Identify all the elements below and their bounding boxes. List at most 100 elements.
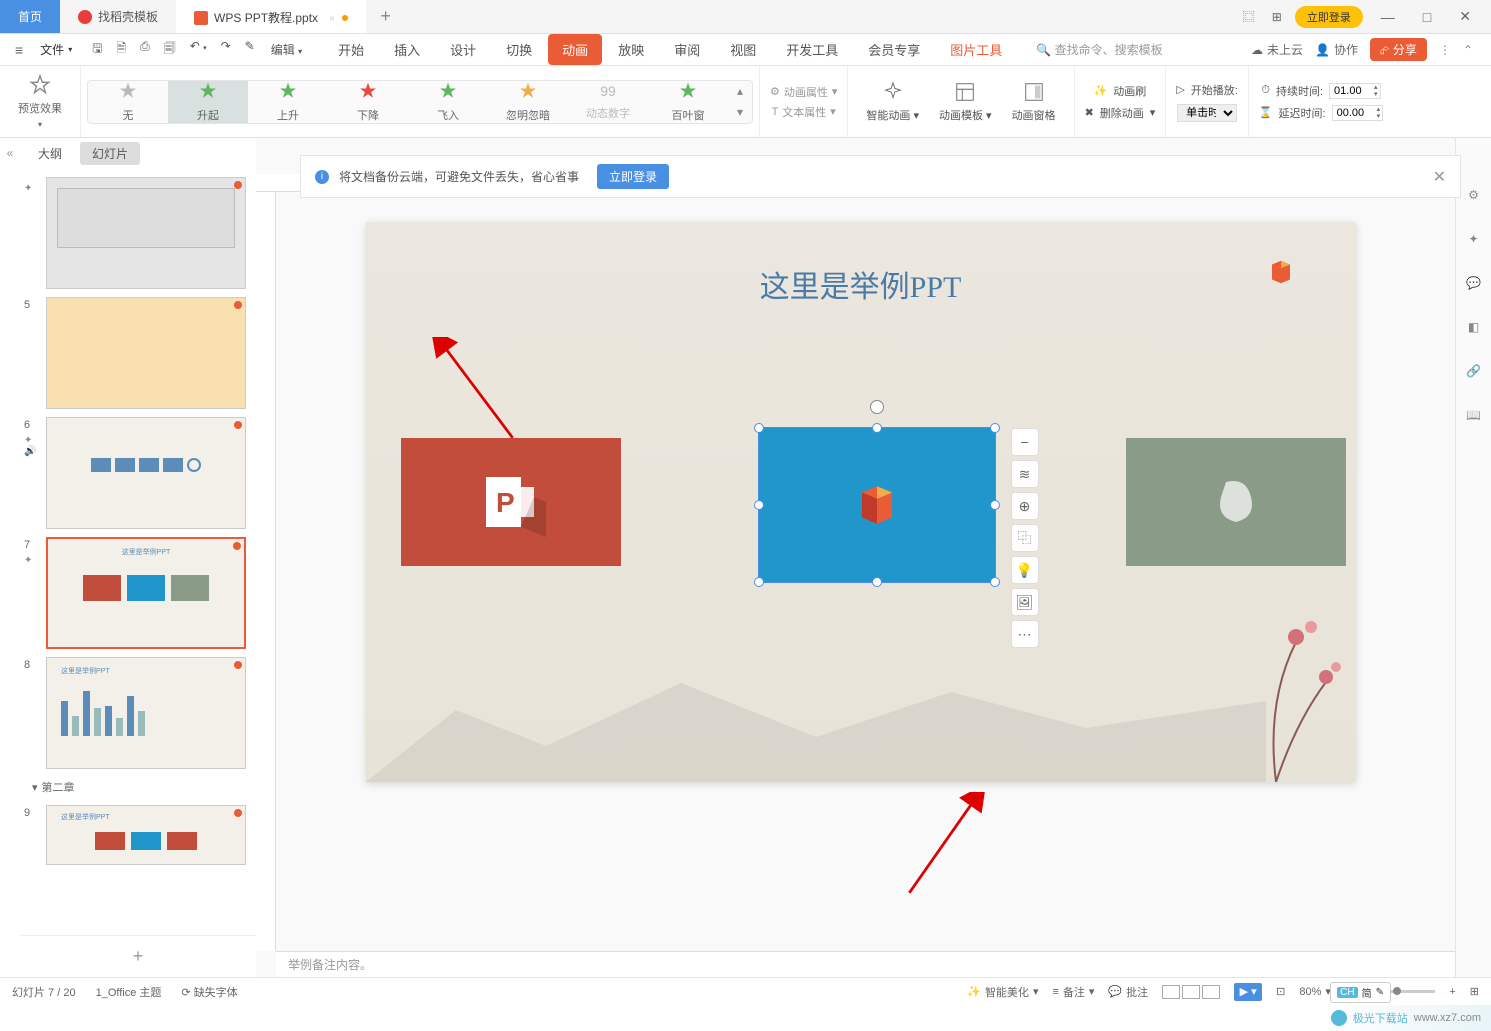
anim-brush-button[interactable]: ✨ 动画刷	[1094, 83, 1147, 99]
image-office-selected[interactable]: − ≋ ⊕ ⿻ 💡 🖼 ⋯	[758, 427, 996, 583]
slide-thumb-5[interactable]	[46, 297, 246, 409]
ime-indicator[interactable]: CH 简 ✎	[1330, 982, 1391, 1003]
zoom-in-button[interactable]: +	[1449, 986, 1455, 998]
collapse-ribbon-icon[interactable]: ⌃	[1463, 43, 1473, 57]
window-layout-icon[interactable]: ⿴	[1239, 7, 1259, 27]
slide-thumb-7[interactable]: 这里是举例PPT	[46, 537, 246, 649]
save-icon[interactable]: 🖫	[86, 39, 108, 60]
command-search[interactable]: 🔍 查找命令、搜索模板	[1036, 41, 1162, 58]
resize-handle-bl[interactable]	[754, 577, 764, 587]
undo-icon[interactable]: ↶ ▾	[184, 39, 213, 60]
share-button[interactable]: ⮳ 分享	[1370, 38, 1427, 61]
anim-gallery-more[interactable]: ▴▾	[728, 81, 752, 123]
menu-tab-pictools[interactable]: 图片工具	[936, 34, 1016, 65]
anim-dynamic[interactable]: 99 动态数字	[568, 81, 648, 123]
menu-tab-devtools[interactable]: 开发工具	[772, 34, 852, 65]
slide-thumb-6[interactable]	[46, 417, 246, 529]
zoom-level[interactable]: 80% ▾	[1299, 985, 1331, 998]
resize-handle-ml[interactable]	[754, 500, 764, 510]
anim-none[interactable]: 无	[88, 81, 168, 123]
anim-rise[interactable]: 升起	[168, 81, 248, 123]
tab-document[interactable]: WPS PPT教程.pptx ▫	[176, 0, 366, 33]
anim-flyin[interactable]: 飞入	[408, 81, 488, 123]
menu-more-icon[interactable]: ⋮	[1439, 43, 1451, 57]
menu-tab-transition[interactable]: 切换	[492, 34, 546, 65]
start-play-select[interactable]: 单击时	[1177, 104, 1237, 122]
resize-handle-mr[interactable]	[990, 500, 1000, 510]
beautify-button[interactable]: ✨ 智能美化 ▾	[967, 984, 1038, 1000]
minimize-button[interactable]: —	[1371, 9, 1405, 25]
anim-fade[interactable]: 忽明忽暗	[488, 81, 568, 123]
right-animation-icon[interactable]: ✦	[1468, 232, 1478, 246]
menu-tab-view[interactable]: 视图	[716, 34, 770, 65]
panel-tab-outline[interactable]: 大纲	[26, 142, 74, 165]
resize-handle-tr[interactable]	[990, 423, 1000, 433]
panel-tab-slides[interactable]: 幻灯片	[80, 142, 140, 165]
remarks-button[interactable]: ≡ 备注 ▾	[1052, 984, 1094, 1000]
tab-home[interactable]: 首页	[0, 0, 60, 33]
resize-handle-br[interactable]	[990, 577, 1000, 587]
login-button[interactable]: 立即登录	[1295, 6, 1363, 28]
preview-button[interactable]: 预览效果 ▾	[8, 74, 72, 129]
menu-tab-animation[interactable]: 动画	[548, 34, 602, 65]
menu-tab-design[interactable]: 设计	[436, 34, 490, 65]
right-book-icon[interactable]: 📖	[1466, 408, 1481, 422]
slide-thumb-9[interactable]: 这里是举例PPT	[46, 805, 246, 865]
thumbs-list[interactable]: ✦ 5 6✦🔊 7✦ 这里是举例PPT	[20, 169, 256, 935]
menu-tab-member[interactable]: 会员专享	[854, 34, 934, 65]
menu-tab-slideshow[interactable]: 放映	[604, 34, 658, 65]
tab-templates[interactable]: 找稻壳模板	[60, 0, 176, 33]
notification-login-button[interactable]: 立即登录	[597, 164, 669, 189]
resize-handle-bc[interactable]	[872, 577, 882, 587]
notes-area[interactable]: 举例备注内容。	[276, 951, 1455, 977]
fit-page-button[interactable]: ⊞	[1470, 985, 1479, 998]
float-idea-button[interactable]: 💡	[1011, 556, 1039, 584]
float-zoom-button[interactable]: ⊕	[1011, 492, 1039, 520]
presenter-icon[interactable]: ▫	[330, 11, 334, 25]
hamburger-icon[interactable]: ≡	[8, 42, 30, 58]
print-icon[interactable]: ⎙	[134, 39, 156, 60]
right-link-icon[interactable]: 🔗	[1466, 364, 1481, 378]
fit-button[interactable]: ⊡	[1276, 985, 1285, 998]
cloud-status[interactable]: ☁ 未上云	[1251, 41, 1303, 58]
float-replace-button[interactable]: 🖼	[1011, 588, 1039, 616]
anim-pane-button[interactable]: 动画窗格	[1002, 81, 1066, 123]
anim-blinds[interactable]: 百叶窗	[648, 81, 728, 123]
anim-ascend[interactable]: 上升	[248, 81, 328, 123]
float-layers-button[interactable]: ≋	[1011, 460, 1039, 488]
slide-thumb-8[interactable]: 这里是举例PPT	[46, 657, 246, 769]
comments-button[interactable]: 💬 批注	[1108, 984, 1148, 1000]
print-preview-icon[interactable]: 🗐	[158, 39, 182, 60]
anim-descend[interactable]: 下降	[328, 81, 408, 123]
rotate-handle[interactable]	[870, 400, 884, 414]
right-settings-icon[interactable]: ⚙	[1468, 188, 1479, 202]
add-slide-button[interactable]: +	[20, 935, 256, 977]
maximize-button[interactable]: □	[1413, 9, 1441, 25]
float-crop-button[interactable]: ⿻	[1011, 524, 1039, 552]
smart-anim-button[interactable]: 智能动画 ▾	[856, 81, 929, 123]
slide-thumb-4[interactable]	[46, 177, 246, 289]
menu-tab-start[interactable]: 开始	[324, 34, 378, 65]
anim-template-button[interactable]: 动画模板 ▾	[929, 81, 1002, 123]
edit-menu[interactable]: 编辑 ▾	[261, 41, 312, 58]
coop-button[interactable]: 👤 协作	[1315, 41, 1358, 58]
float-more-button[interactable]: ⋯	[1011, 620, 1039, 648]
image-powerpoint[interactable]: P	[401, 438, 621, 566]
left-collapse[interactable]: «	[0, 138, 20, 977]
delete-anim-button[interactable]: ✖ 删除动画 ▾	[1085, 105, 1156, 121]
close-window-button[interactable]: ✕	[1449, 8, 1481, 25]
right-chat-icon[interactable]: 💬	[1466, 276, 1481, 290]
slide-title[interactable]: 这里是举例PPT	[760, 262, 962, 306]
notification-close-button[interactable]: ✕	[1433, 167, 1446, 187]
save-as-icon[interactable]: 🗎	[110, 39, 132, 60]
image-green[interactable]	[1126, 438, 1346, 566]
theme-name[interactable]: 1_Office 主题	[96, 984, 162, 1000]
slide-canvas[interactable]: 这里是举例PPT P	[366, 222, 1356, 782]
view-mode-buttons[interactable]	[1162, 985, 1220, 999]
apps-icon[interactable]: ⊞	[1267, 7, 1287, 27]
right-object-icon[interactable]: ◧	[1468, 320, 1479, 334]
resize-handle-tc[interactable]	[872, 423, 882, 433]
menu-tab-insert[interactable]: 插入	[380, 34, 434, 65]
redo-icon[interactable]: ↷	[215, 39, 237, 60]
add-tab-button[interactable]: +	[366, 6, 405, 27]
